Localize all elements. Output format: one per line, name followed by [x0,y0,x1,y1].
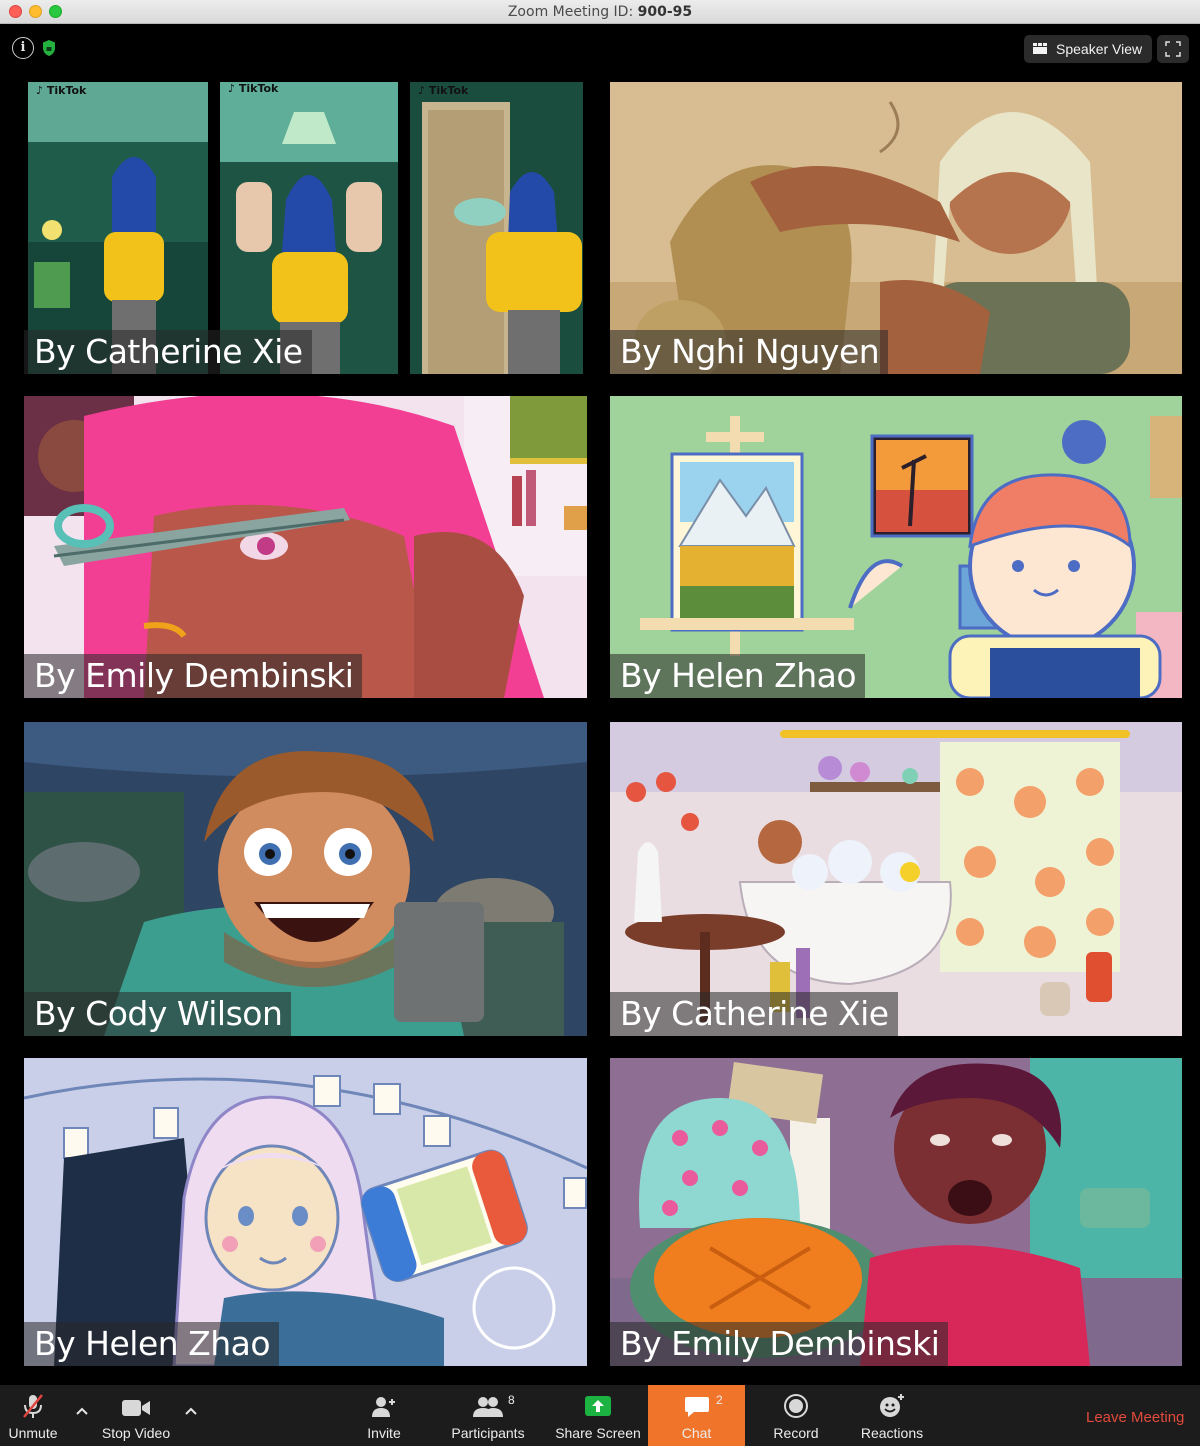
invite-label: Invite [367,1425,401,1441]
participants-label: Participants [451,1425,525,1441]
chat-bubble-icon [684,1397,709,1417]
share-screen-button[interactable]: Share Screen [552,1385,644,1446]
leave-meeting-button[interactable]: Leave Meeting [1086,1409,1184,1426]
record-button[interactable]: Record [768,1385,824,1446]
speaker-view-icon [1033,43,1047,55]
chat-label: Chat [681,1425,712,1441]
audio-options-chevron-up-icon[interactable] [74,1403,90,1419]
tile-artwork [610,1058,1182,1366]
tile-artwork [610,722,1182,1036]
shield-icon[interactable] [42,39,56,57]
speaker-view-label: Speaker View [1056,41,1143,57]
invite-button[interactable]: Invite [360,1385,408,1446]
muted-microphone-icon [23,1394,43,1418]
participant-tile[interactable]: By Catherine Xie [610,722,1182,1036]
participant-tile[interactable]: By Helen Zhao [24,1058,587,1366]
meeting-toolbar: Unmute Stop Video Invite Participants 8 [0,1385,1200,1446]
record-icon [784,1394,808,1418]
participant-tile[interactable]: By Emily Dembinski [610,1058,1182,1366]
window-title: Zoom Meeting ID: 900-95 [507,4,693,20]
participants-button[interactable]: Participants [446,1385,530,1446]
participant-tile[interactable]: By Cody Wilson [24,722,587,1036]
participants-icon [473,1397,503,1417]
participant-tile[interactable]: ♪ TikTok ♪ TikTok ♪ TikTok By Catherine … [24,82,587,374]
tile-artwork [24,396,587,698]
participant-name: By Emily Dembinski [610,1322,949,1366]
participants-count-badge: 8 [508,1393,515,1407]
video-options-chevron-up-icon[interactable] [183,1403,199,1419]
fullscreen-icon [1165,41,1181,57]
window-titlebar: Zoom Meeting ID: 900-95 [0,0,1200,24]
participant-name: By Emily Dembinski [24,654,363,698]
reactions-button[interactable]: Reactions [858,1385,926,1446]
add-person-icon [372,1397,395,1417]
chat-count-badge: 2 [716,1393,723,1407]
tile-artwork [24,1058,587,1366]
participant-name: By Helen Zhao [24,1322,280,1366]
meeting-topbar: i Speaker View [0,25,1200,73]
tile-artwork [610,396,1182,698]
record-label: Record [773,1425,819,1441]
participant-name: By Nghi Nguyen [610,330,889,374]
fullscreen-button[interactable] [1157,35,1189,63]
stop-video-button[interactable]: Stop Video [96,1385,176,1446]
stop-video-label: Stop Video [101,1425,171,1441]
unmute-button[interactable]: Unmute [2,1385,64,1446]
participant-name: By Cody Wilson [24,992,292,1036]
chat-button[interactable]: Chat [648,1385,745,1446]
svg-text:♪ TikTok: ♪ TikTok [36,84,87,97]
share-screen-icon [585,1396,611,1416]
reactions-label: Reactions [860,1425,924,1441]
participant-name: By Helen Zhao [610,654,866,698]
speaker-view-button[interactable]: Speaker View [1024,35,1152,63]
tile-artwork [24,722,587,1036]
video-camera-icon [122,1400,150,1416]
unmute-label: Unmute [8,1425,58,1441]
participant-name: By Catherine Xie [610,992,898,1036]
svg-text:♪ TikTok: ♪ TikTok [418,84,469,97]
smiley-add-icon [880,1394,904,1417]
participant-tile[interactable]: By Emily Dembinski [24,396,587,698]
participant-tile[interactable]: By Nghi Nguyen [610,82,1182,374]
share-screen-label: Share Screen [555,1425,641,1441]
svg-text:♪ TikTok: ♪ TikTok [228,82,279,95]
info-icon[interactable]: i [12,37,34,59]
participant-tile[interactable]: By Helen Zhao [610,396,1182,698]
participant-name: By Catherine Xie [24,330,312,374]
